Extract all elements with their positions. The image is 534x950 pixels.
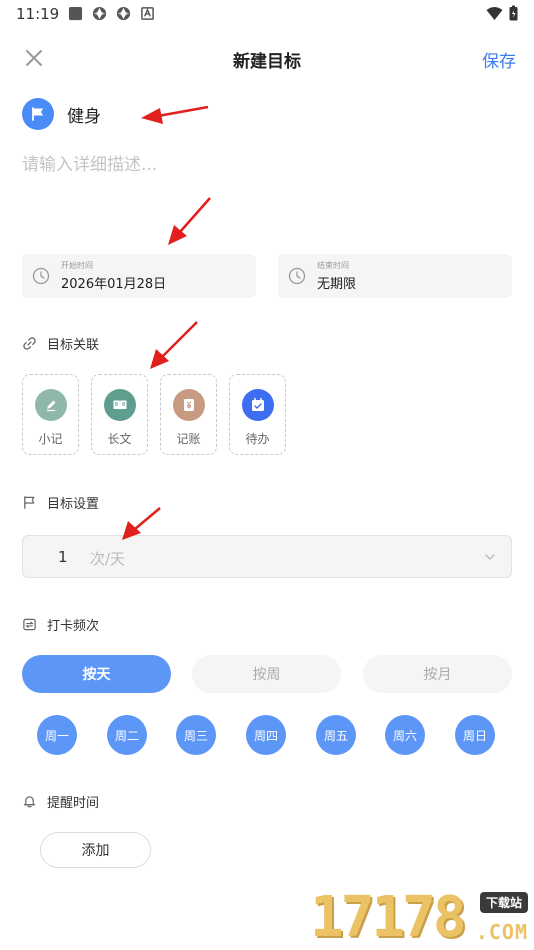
wifi-icon <box>486 6 503 20</box>
flag-outline-icon <box>24 496 35 509</box>
link-tile-note[interactable]: 小记 <box>22 374 79 455</box>
frequency-section-title: 打卡频次 <box>47 619 100 634</box>
battery-icon <box>509 5 518 21</box>
aperture-icon <box>116 6 131 21</box>
weekday-friday[interactable]: 周五 <box>316 715 356 755</box>
status-system-icons <box>486 5 518 21</box>
link-icon <box>23 337 36 350</box>
clock-icon <box>288 267 306 285</box>
target-section-header: 目标设置 <box>22 493 99 512</box>
link-tile-todo[interactable]: 待办 <box>229 374 286 455</box>
site-watermark-logo: 17178 下载站 .COM <box>310 886 534 950</box>
end-date-value: 无期限 <box>317 276 357 292</box>
article-icon-circle <box>103 389 136 421</box>
pen-icon <box>46 400 55 412</box>
link-section-title: 目标关联 <box>47 338 100 353</box>
weekday-wednesday[interactable]: 周三 <box>176 715 216 755</box>
frequency-option-daily[interactable]: 按天 <box>22 655 171 693</box>
status-time: 11:19 <box>16 5 60 23</box>
goal-name-row[interactable]: 健身 <box>22 97 101 131</box>
calendar-check-icon <box>251 397 264 411</box>
keyboard-a-icon <box>141 7 154 20</box>
annotation-arrow <box>150 321 198 369</box>
target-count-selector[interactable]: 1 次/天 <box>22 535 512 578</box>
weekday-thursday[interactable]: 周四 <box>246 715 286 755</box>
goal-name-field[interactable]: 健身 <box>67 102 101 127</box>
link-tile-article[interactable]: 长文 <box>91 374 148 455</box>
book-icon <box>113 400 126 410</box>
goal-icon-button[interactable] <box>22 98 54 130</box>
flag-icon <box>32 107 43 121</box>
accounting-icon-circle <box>172 389 205 421</box>
target-section-title: 目标设置 <box>47 497 100 512</box>
add-reminder-button[interactable]: 添加 <box>40 832 151 868</box>
reminder-section-header: 提醒时间 <box>22 792 99 811</box>
app-bar: 新建目标 保存 <box>0 38 534 78</box>
clock-icon <box>32 267 50 285</box>
app-square-icon <box>68 6 83 21</box>
status-notification-icons <box>68 6 155 21</box>
save-button[interactable]: 保存 <box>482 47 516 72</box>
link-tile-label: 长文 <box>107 432 132 446</box>
link-section-header: 目标关联 <box>22 334 99 353</box>
repeat-icon <box>23 618 36 631</box>
status-bar: 11:19 <box>0 0 534 30</box>
reminder-section-title: 提醒时间 <box>47 796 100 811</box>
todo-icon-circle <box>241 389 274 421</box>
start-date-label: 开始时间 <box>61 260 93 270</box>
weekday-tuesday[interactable]: 周二 <box>107 715 147 755</box>
bell-icon <box>23 796 36 808</box>
watermark-suffix: .COM <box>475 920 528 944</box>
link-tile-label: 待办 <box>245 432 270 446</box>
annotation-arrow <box>141 105 209 124</box>
weekday-sunday[interactable]: 周日 <box>455 715 495 755</box>
chevron-down-icon <box>485 554 495 560</box>
weekday-monday[interactable]: 周一 <box>37 715 77 755</box>
frequency-option-monthly[interactable]: 按月 <box>363 655 512 693</box>
note-icon-circle <box>34 389 67 421</box>
start-date-value: 2026年01月28日 <box>61 276 167 292</box>
weekday-saturday[interactable]: 周六 <box>385 715 425 755</box>
start-date-picker[interactable]: 开始时间 2026年01月28日 <box>22 254 256 298</box>
page-title: 新建目标 <box>233 52 301 72</box>
link-tile-accounting[interactable]: 记账 <box>160 374 217 455</box>
frequency-section-header: 打卡频次 <box>22 615 99 634</box>
frequency-option-weekly[interactable]: 按周 <box>192 655 341 693</box>
link-tile-label: 小记 <box>38 432 63 446</box>
description-input[interactable] <box>22 150 512 230</box>
watermark-digits: 17178 <box>310 885 467 950</box>
link-tile-label: 记账 <box>176 432 201 446</box>
target-count-unit: 次/天 <box>90 550 126 568</box>
end-date-picker[interactable]: 结束时间 无期限 <box>278 254 512 298</box>
yen-receipt-icon <box>183 399 194 411</box>
end-date-label: 结束时间 <box>317 260 349 270</box>
watermark-badge: 下载站 <box>479 892 528 913</box>
aperture-icon <box>92 6 107 21</box>
target-count-value: 1 <box>58 548 68 566</box>
